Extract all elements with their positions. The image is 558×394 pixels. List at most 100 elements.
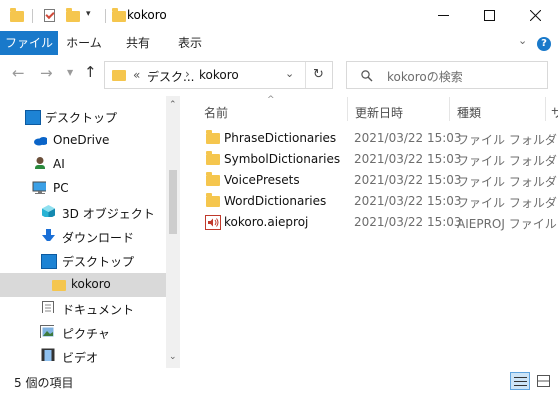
large-icons-view-button[interactable]: [534, 372, 554, 390]
folder-icon: [206, 193, 220, 207]
search-box[interactable]: kokoroの検索: [346, 61, 548, 89]
arrow-right-icon: →: [40, 64, 53, 82]
divider: [347, 97, 348, 121]
sort-up-icon: ^: [267, 95, 275, 105]
folder-icon: [206, 130, 220, 144]
file-modified: 2021/03/22 15:03: [354, 152, 462, 166]
file-type: ファイル フォルダー: [457, 175, 558, 189]
nav-item-desktop[interactable]: デスクトップ: [0, 105, 166, 129]
customize-toolbar-icon[interactable]: ▾: [86, 9, 91, 19]
file-name: WordDictionaries: [224, 194, 327, 208]
breadcrumb-item[interactable]: kokoro: [199, 68, 239, 82]
chevron-down-icon[interactable]: ⌄: [169, 352, 177, 362]
file-modified: 2021/03/22 15:03: [354, 215, 462, 229]
folder-icon: [10, 8, 24, 22]
close-icon: [529, 10, 541, 21]
minimize-icon: [437, 15, 449, 16]
table-row[interactable]: VoicePresets 2021/03/22 15:03 ファイル フォルダー: [196, 170, 558, 191]
film-icon: [41, 348, 55, 361]
nav-item-downloads[interactable]: ダウンロード: [0, 225, 166, 249]
file-modified: 2021/03/22 15:03: [354, 131, 462, 145]
details-view-icon: [514, 377, 527, 386]
nav-item-kokoro[interactable]: kokoro: [0, 273, 166, 297]
nav-scrollbar[interactable]: ⌃ ⌄: [166, 96, 180, 368]
desktop-icon: [25, 110, 41, 125]
back-button[interactable]: ←: [12, 64, 25, 82]
file-name: VoicePresets: [224, 173, 300, 187]
file-name: PhraseDictionaries: [224, 131, 337, 145]
divider: [105, 9, 106, 23]
divider: [32, 9, 33, 23]
minimize-button[interactable]: [420, 0, 466, 31]
search-placeholder: kokoroの検索: [387, 70, 463, 84]
tab-home[interactable]: ホーム: [62, 31, 106, 55]
file-type: AIEPROJ ファイル: [457, 217, 557, 231]
folder-icon: [112, 8, 126, 22]
column-header-type[interactable]: 種類: [457, 104, 481, 121]
audio-file-icon: [205, 215, 221, 230]
tab-file[interactable]: ファイル: [0, 31, 58, 55]
close-button[interactable]: [512, 0, 558, 31]
maximize-button[interactable]: [466, 0, 512, 31]
table-row[interactable]: PhraseDictionaries 2021/03/22 15:03 ファイル…: [196, 128, 558, 149]
file-type: ファイル フォルダー: [457, 196, 558, 210]
table-row[interactable]: WordDictionaries 2021/03/22 15:03 ファイル フ…: [196, 191, 558, 212]
arrow-left-icon: ←: [12, 64, 25, 82]
file-type: ファイル フォルダー: [457, 154, 558, 168]
large-icons-view-icon: [537, 375, 550, 387]
chevron-down-icon: ▼: [67, 68, 74, 77]
folder-icon: [206, 151, 220, 165]
properties-icon[interactable]: [44, 9, 55, 22]
details-view-button[interactable]: [510, 372, 530, 390]
table-row[interactable]: SymbolDictionaries 2021/03/22 15:03 ファイル…: [196, 149, 558, 170]
pc-icon: [32, 181, 46, 194]
nav-item-documents[interactable]: ドキュメント: [0, 297, 166, 321]
scrollbar-thumb[interactable]: [169, 170, 177, 234]
user-icon: [35, 157, 45, 169]
divider: [545, 97, 546, 121]
nav-item-pictures[interactable]: ピクチャ: [0, 321, 166, 345]
tab-share[interactable]: 共有: [118, 31, 158, 55]
recent-locations-button[interactable]: ▼: [67, 68, 73, 77]
search-icon: [361, 70, 373, 82]
maximize-icon: [483, 10, 495, 21]
nav-item-3d-objects[interactable]: 3D オブジェクト: [0, 201, 166, 225]
file-type: ファイル フォルダー: [457, 133, 558, 147]
status-item-count: 5 個の項目: [14, 376, 74, 390]
chevron-down-icon[interactable]: ⌄: [518, 34, 527, 47]
breadcrumb-overflow[interactable]: «: [133, 68, 140, 82]
arrow-up-icon: ↑: [84, 63, 97, 81]
help-icon[interactable]: ?: [537, 37, 551, 51]
cloud-icon: [34, 137, 47, 146]
file-modified: 2021/03/22 15:03: [354, 194, 462, 208]
chevron-right-icon: ›: [185, 67, 190, 81]
chevron-up-icon[interactable]: ⌃: [169, 100, 177, 110]
folder-icon: [52, 280, 66, 291]
tab-view[interactable]: 表示: [170, 31, 210, 55]
file-modified: 2021/03/22 15:03: [354, 173, 462, 187]
column-header-size[interactable]: サ: [551, 104, 558, 121]
nav-item-desktop-pc[interactable]: デスクトップ: [0, 249, 166, 273]
address-bar[interactable]: « デスク... › kokoro ⌄ ↻: [104, 61, 333, 89]
folder-icon: [112, 70, 126, 81]
chevron-down-icon[interactable]: ⌄: [285, 67, 294, 80]
desktop-icon: [41, 254, 57, 269]
forward-button[interactable]: →: [40, 64, 53, 82]
picture-icon: [40, 325, 54, 338]
refresh-icon[interactable]: ↻: [313, 67, 324, 82]
nav-item-videos[interactable]: ビデオ: [0, 345, 166, 369]
nav-item-pc[interactable]: PC: [0, 177, 166, 201]
nav-item-onedrive[interactable]: OneDrive: [0, 129, 166, 153]
document-icon: [42, 301, 54, 313]
column-header-modified[interactable]: 更新日時: [355, 104, 403, 121]
cube-icon: [42, 205, 55, 217]
folder-icon: [206, 172, 220, 186]
nav-item-user[interactable]: AI: [0, 153, 166, 177]
up-button[interactable]: ↑: [84, 63, 97, 81]
window-title: kokoro: [127, 8, 167, 22]
table-row[interactable]: kokoro.aieproj 2021/03/22 15:03 AIEPROJ …: [196, 212, 558, 233]
file-name: SymbolDictionaries: [224, 152, 341, 166]
column-header-name[interactable]: 名前: [204, 104, 228, 121]
download-arrow-icon: [42, 229, 55, 241]
new-folder-icon[interactable]: [66, 8, 80, 22]
